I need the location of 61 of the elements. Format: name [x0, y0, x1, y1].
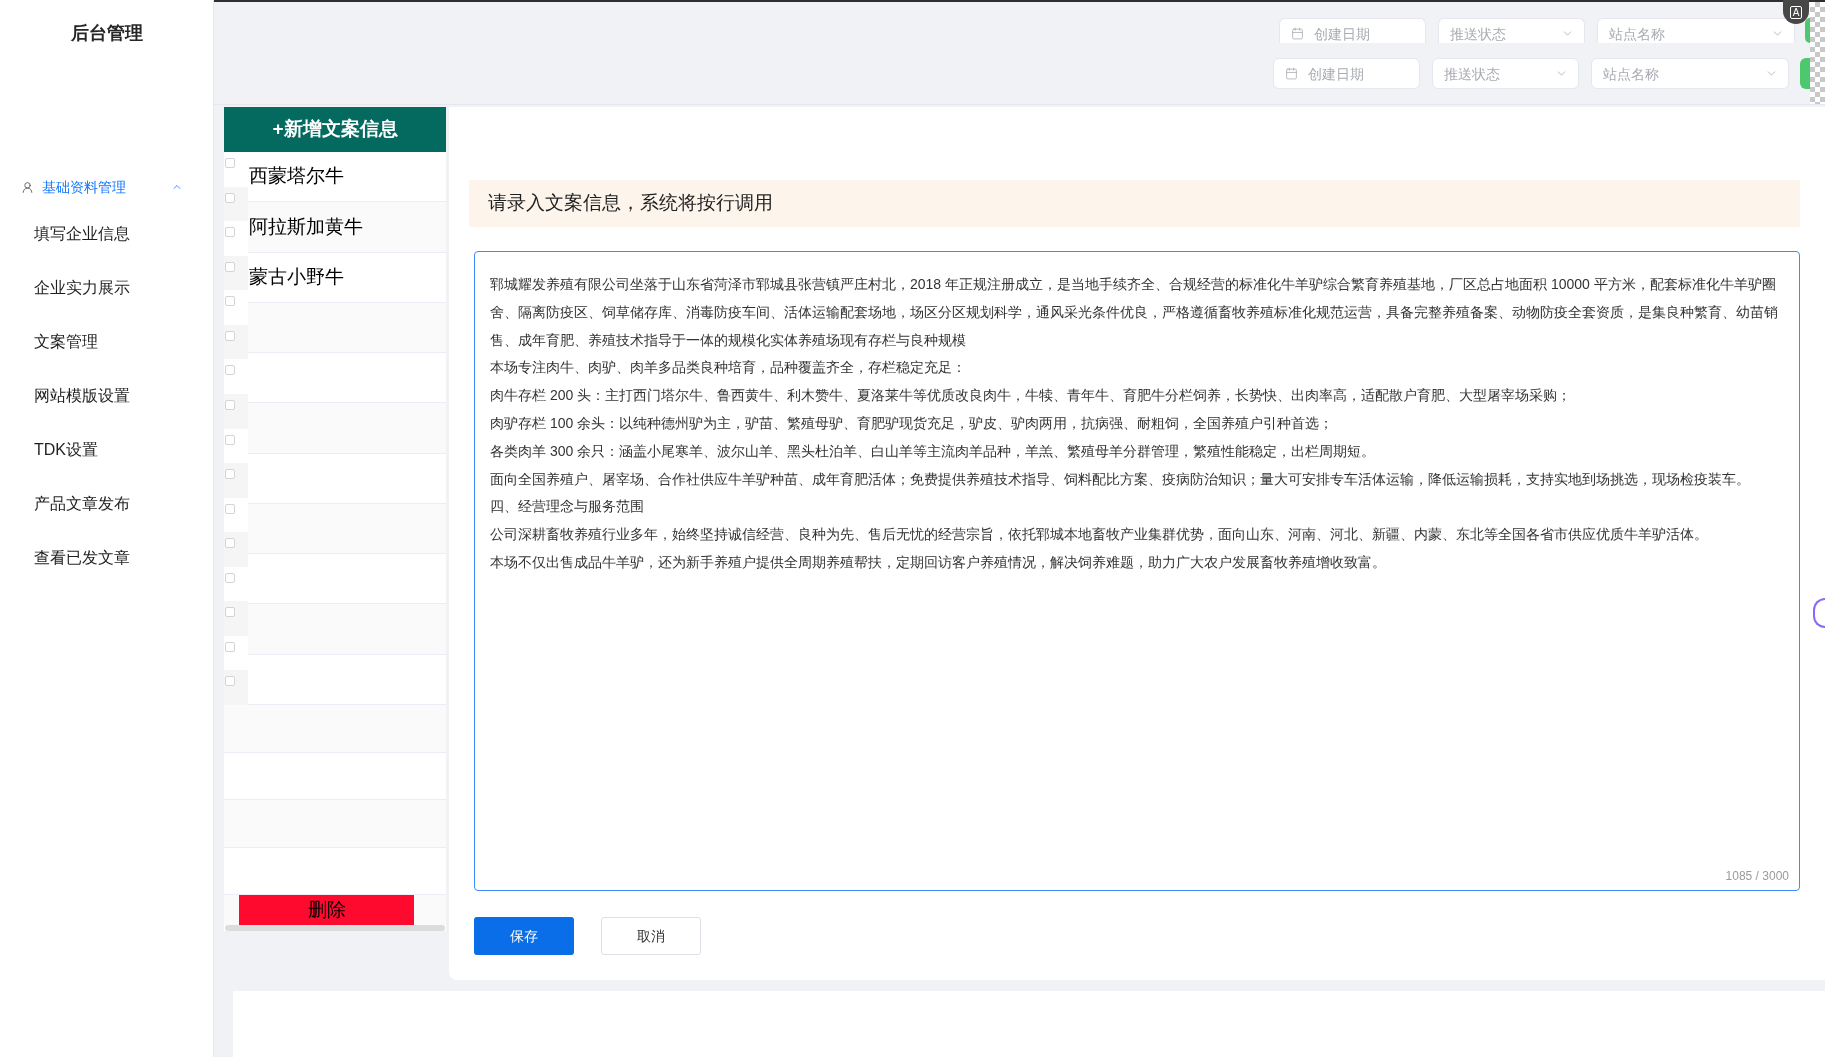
action-button[interactable] — [1805, 18, 1810, 43]
row-checkbox[interactable] — [225, 607, 235, 618]
menu-item[interactable]: TDK设置 — [0, 423, 213, 477]
list-item[interactable]: 阿拉斯加黄牛 — [248, 202, 446, 253]
row-checkbox[interactable] — [225, 538, 235, 549]
select-dropdown[interactable]: 推送状态 — [1438, 18, 1585, 43]
content-editor[interactable] — [474, 251, 1800, 891]
add-copy-button[interactable]: +新增文案信息 — [224, 107, 446, 152]
char-counter: 1085 / 3000 — [1725, 869, 1789, 883]
row-checkbox[interactable] — [225, 676, 235, 687]
row-checkbox[interactable] — [225, 365, 235, 376]
date-input[interactable]: 创建日期 — [1314, 24, 1414, 44]
row-checkbox[interactable] — [225, 469, 235, 480]
date-picker[interactable]: 创建日期 — [1273, 58, 1420, 89]
row-checkbox[interactable] — [225, 158, 235, 168]
editor-paragraph: 肉牛存栏 200 头：主打西门塔尔牛、鲁西黄牛、利木赞牛、夏洛莱牛等优质改良肉牛，牛犊、青年牛、育肥牛分栏饲养，长势快、出肉率高，适配散户育肥、大型屠宰场采购； — [490, 386, 1573, 406]
row-checkbox[interactable] — [225, 399, 235, 410]
row-checkbox[interactable] — [225, 227, 235, 238]
save-button[interactable]: 保存 — [474, 917, 574, 955]
horizontal-scrollbar[interactable] — [225, 925, 445, 931]
menu-item[interactable]: 填写企业信息 — [0, 207, 213, 261]
select-input[interactable]: 站点名称 — [1603, 63, 1765, 84]
select-dropdown[interactable]: 站点名称 — [1591, 58, 1789, 89]
editor-paragraph: 本场不仅出售成品牛羊驴，还为新手养殖户提供全周期养殖帮扶，定期回访客户养殖情况，解决饲养难题，助力广大农户发展畜牧养殖增收致富。 — [490, 552, 1387, 572]
editor-paragraph: 四、经营理念与服务范围 — [490, 497, 645, 517]
select-dropdown[interactable]: 推送状态 — [1432, 58, 1579, 89]
row-checkbox[interactable] — [225, 296, 235, 307]
menu-group[interactable]: 基础资料管理 — [0, 167, 213, 207]
editor-paragraph: 本场专注肉牛、肉驴、肉羊多品类良种培育，品种覆盖齐全，存栏稳定充足： — [490, 358, 967, 378]
row-checkbox[interactable] — [225, 641, 235, 652]
row-checkbox[interactable] — [225, 330, 235, 341]
editor-paragraph: 公司深耕畜牧养殖行业多年，始终坚持诚信经营、良种为先、售后无忧的经营宗旨，依托郓城本地畜牧产业集群优势，面向山东、河南、河北、新疆、内蒙、东北等全国各省市供应优质牛羊驴活体。 — [490, 525, 1709, 545]
row-checkbox[interactable] — [225, 434, 235, 445]
editor-paragraph: 各类肉羊 300 余只：涵盖小尾寒羊、波尔山羊、黑头杜泊羊、白山羊等主流肉羊品种，羊羔、繁殖母羊分群管理，繁殖性能稳定，出栏周期短。 — [490, 441, 1377, 461]
row-checkbox[interactable] — [225, 572, 235, 583]
select-input[interactable]: 推送状态 — [1444, 63, 1555, 84]
ocr-button[interactable]: A — [1783, 0, 1809, 24]
select-dropdown[interactable]: 站点名称 — [1597, 18, 1795, 43]
delete-button[interactable]: 删除 — [239, 895, 414, 925]
editor-paragraph: 面向全国养殖户、屠宰场、合作社供应牛羊驴种苗、成年育肥活体；免费提供养殖技术指导、饲料配比方案、疫病防治知识；量大可安排专车活体运输，降低运输损耗，支持实地到场挑选，现场检疫装车。 — [490, 469, 1751, 489]
menu-item[interactable]: 企业实力展示 — [0, 261, 213, 315]
date-picker[interactable]: 创建日期 — [1279, 18, 1426, 43]
select-input[interactable]: 推送状态 — [1450, 24, 1561, 44]
row-checkbox[interactable] — [225, 192, 235, 203]
row-checkbox[interactable] — [225, 261, 235, 272]
calendar-icon — [1291, 27, 1304, 40]
menu-item[interactable]: 文案管理 — [0, 315, 213, 369]
menu-item[interactable]: 网站模版设置 — [0, 369, 213, 423]
editor-paragraph: 肉驴存栏 100 余头：以纯种德州驴为主，驴苗、繁殖母驴、育肥驴现货充足，驴皮、驴肉两用，抗病强、耐粗饲，全国养殖户引种首选； — [490, 414, 1335, 433]
editor-paragraph: 郓城耀发养殖有限公司坐落于山东省菏泽市郓城县张营镇严庄村北，2018 年正规注册成立，是当地手续齐全、合规经营的标准化牛羊驴综合繁育养殖基地，厂区总占地面积 10000 平方米，配套标准化牛羊驴圈舍、隔离防疫区、饲草储存库、消毒防疫车间、活体运输配套场地，场区分区规划科学，通风采光条件优良，严格遵循畜牧养殖标准化规范运营，具备完整养殖备案、动物防疫全套资质，是集良种繁育、幼苗销售、成年育肥、养殖技术指导于一体的规模化实体养殖场现有存栏与良种规模 — [490, 275, 1779, 350]
menu-item[interactable]: 查看已发文章 — [0, 531, 213, 585]
date-input[interactable]: 创建日期 — [1308, 63, 1408, 84]
cancel-button[interactable]: 取消 — [601, 917, 701, 955]
calendar-icon — [1285, 67, 1298, 80]
notice-text: 请录入文案信息，系统将按行调用 — [488, 191, 773, 216]
row-checkbox[interactable] — [225, 503, 235, 514]
app-title: 后台管理 — [70, 21, 143, 45]
menu-item[interactable]: 产品文章发布 — [0, 477, 213, 531]
action-button[interactable] — [1800, 58, 1810, 89]
select-input[interactable]: 站点名称 — [1609, 24, 1771, 44]
person-icon — [21, 180, 34, 194]
